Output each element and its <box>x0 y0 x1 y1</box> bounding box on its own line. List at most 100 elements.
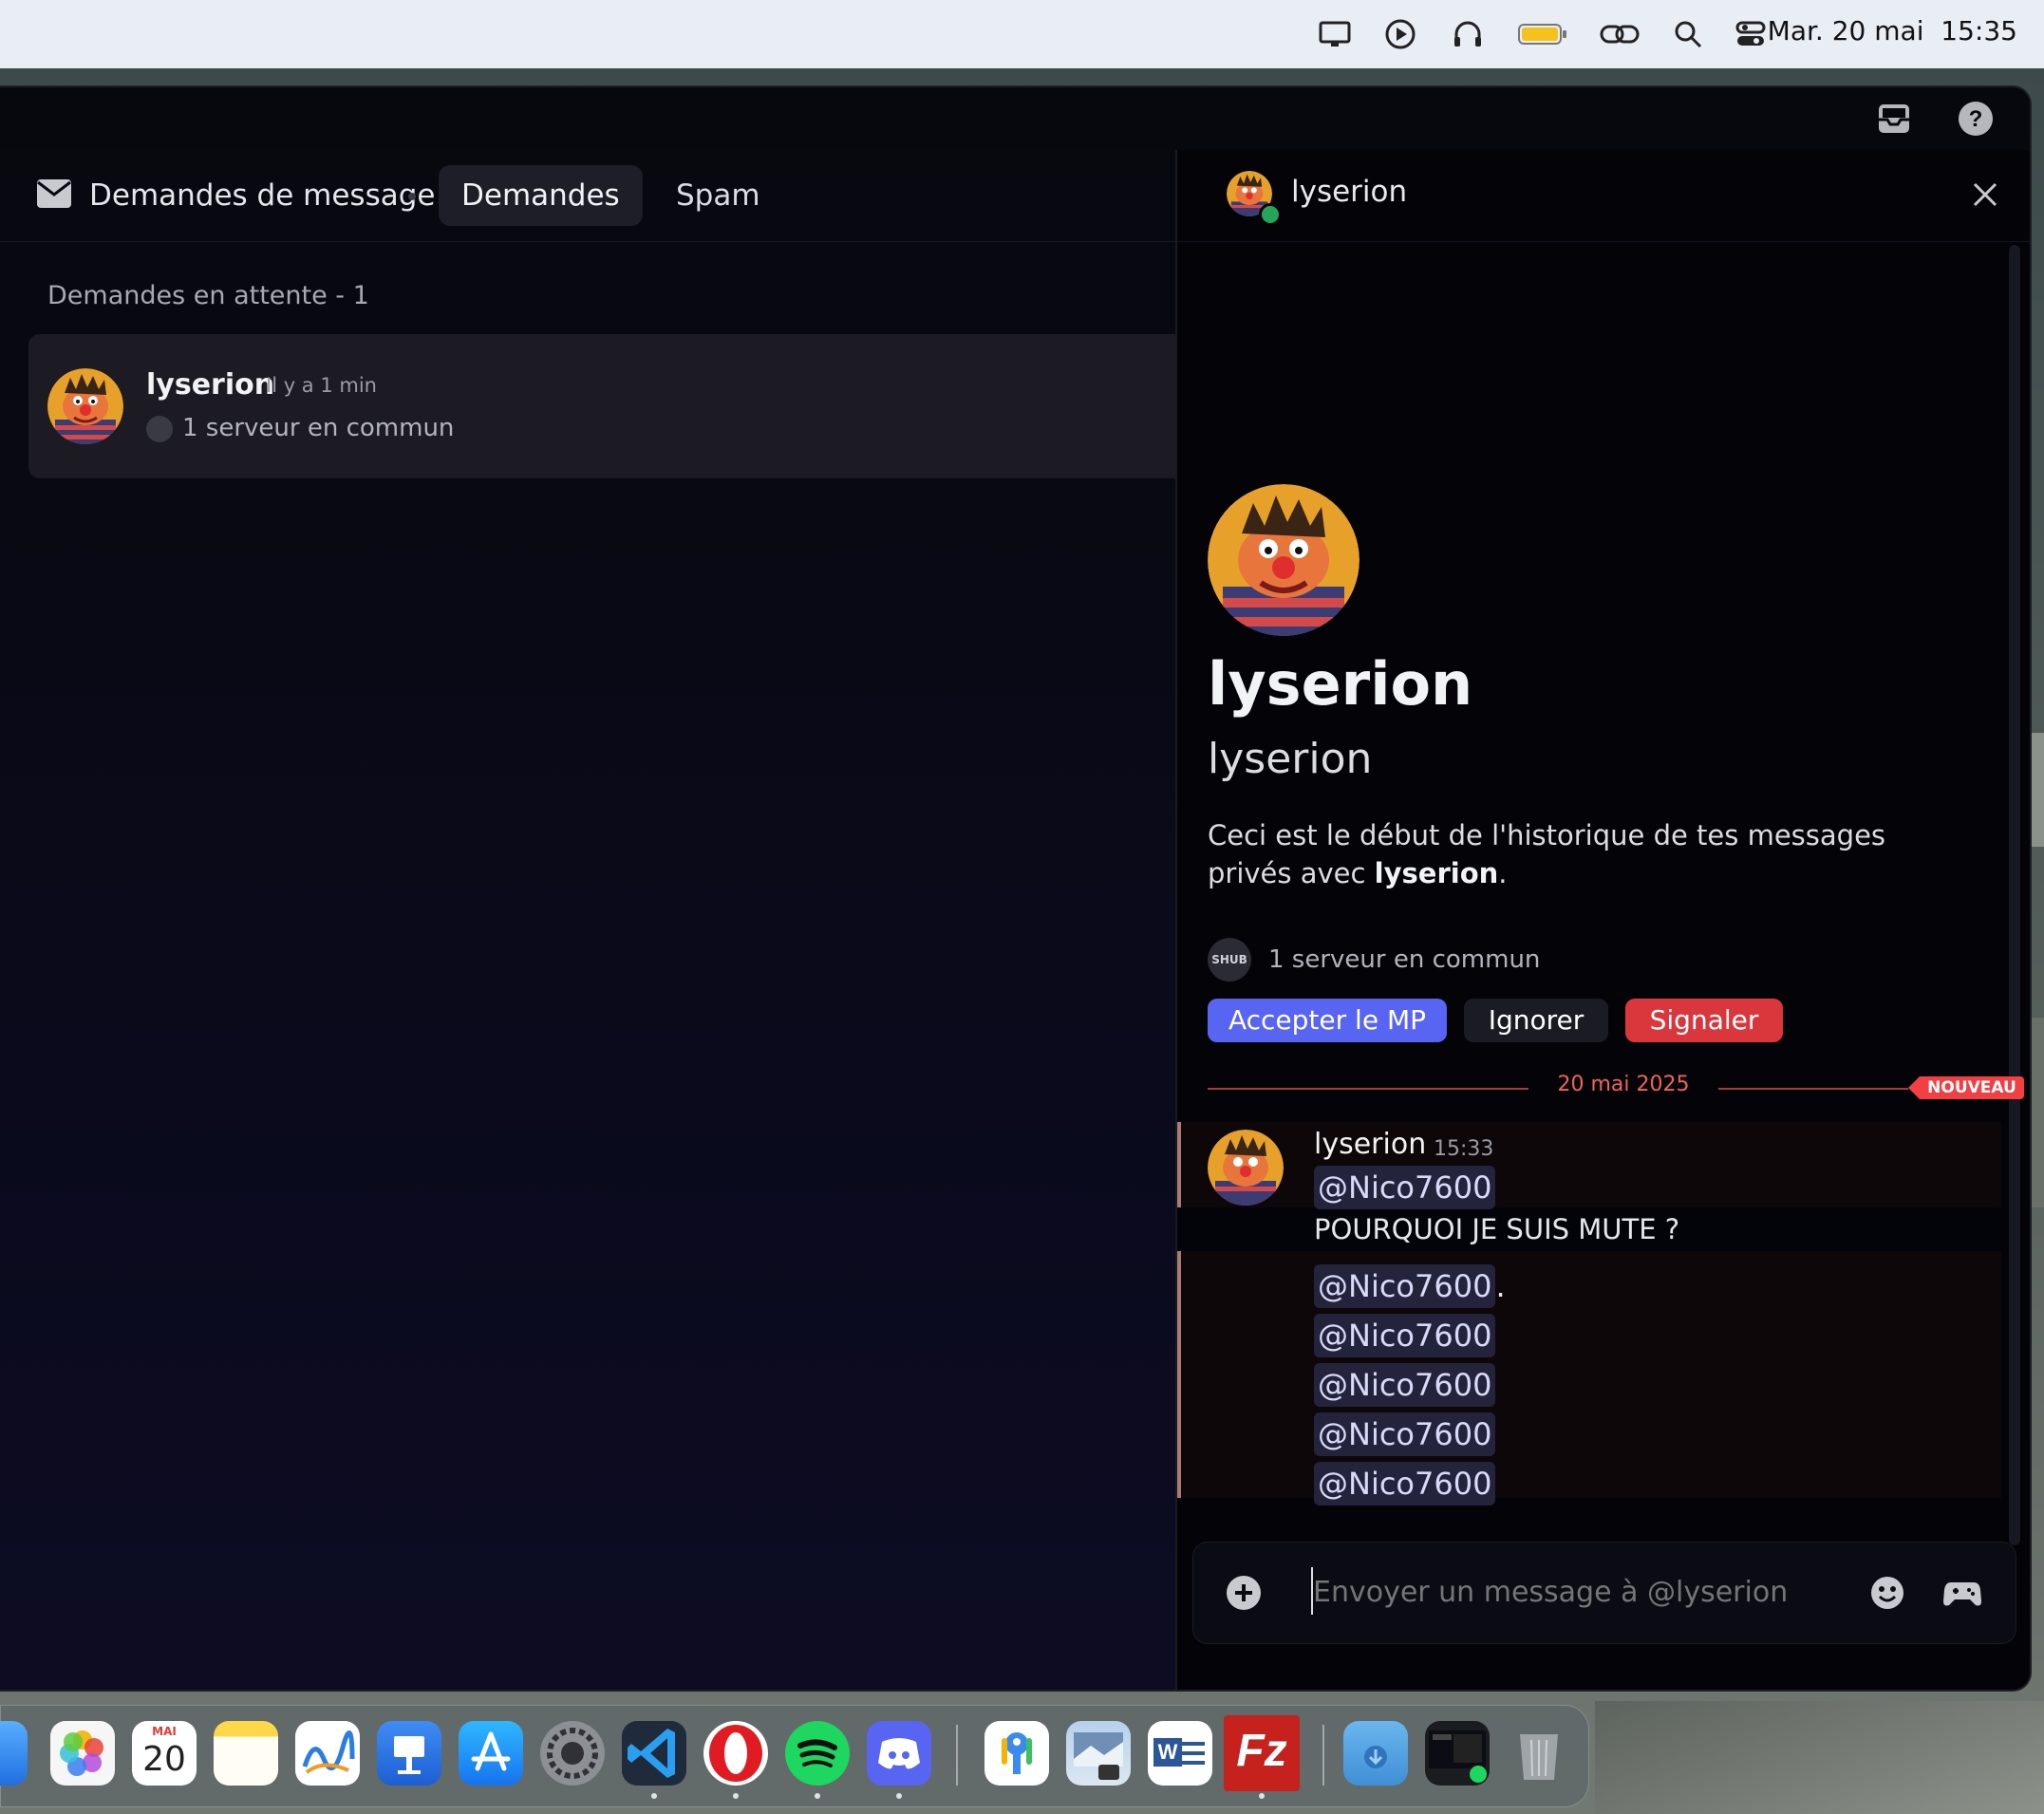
user-mention[interactable]: @Nico7600 <box>1314 1166 1496 1209</box>
message-author-avatar[interactable] <box>1208 1130 1284 1206</box>
freeform-app-icon[interactable] <box>295 1721 360 1786</box>
calendar-day: 20 <box>142 1740 186 1779</box>
menubar-clock[interactable]: Mar. 20 mai 15:35 <box>1768 15 2017 47</box>
message-input[interactable] <box>1311 1567 1866 1617</box>
tab-demandes[interactable]: Demandes <box>439 165 643 226</box>
word-line <box>1182 1742 1205 1746</box>
message-line: @Nico7600 <box>1314 1314 1496 1357</box>
date-divider: 20 mai 2025 <box>1557 1073 1690 1096</box>
gear-icon <box>547 1728 598 1779</box>
downloads-folder-icon[interactable] <box>1343 1721 1408 1786</box>
message-line: @Nico7600. <box>1314 1264 1506 1308</box>
pending-section-title: Demandes en attente - 1 <box>47 281 369 310</box>
server-icon[interactable]: SHUB <box>1208 938 1251 982</box>
trash-icon[interactable] <box>1507 1721 1571 1786</box>
mention-suffix: . <box>1495 1268 1506 1304</box>
control-center-icon[interactable] <box>1734 17 1768 51</box>
message-author[interactable]: lyserion <box>1314 1128 1426 1161</box>
wallpaper-ground <box>1595 1701 2044 1814</box>
message-requests-pane: Demandes de message Demandes Spam Demand… <box>0 150 1175 1690</box>
passwords-app-icon[interactable] <box>984 1721 1049 1786</box>
avatar <box>47 368 123 444</box>
keynote-app-icon[interactable] <box>377 1721 441 1786</box>
message-first-row[interactable] <box>1177 1122 2001 1207</box>
freeform-squiggle-icon <box>302 1730 355 1774</box>
user-mention[interactable]: @Nico7600 <box>1314 1462 1496 1505</box>
running-indicator <box>896 1793 902 1799</box>
word-line <box>1182 1751 1205 1755</box>
discord-app-icon[interactable] <box>867 1721 931 1786</box>
display-icon[interactable] <box>1318 17 1352 51</box>
close-icon[interactable] <box>1971 180 1999 209</box>
calendar-month: MAI <box>152 1725 177 1738</box>
dm-header-name[interactable]: lyserion <box>1291 175 1407 209</box>
help-icon[interactable]: ? <box>1956 99 1996 139</box>
gamepad-icon[interactable] <box>1943 1577 1981 1609</box>
report-button[interactable]: Signaler <box>1625 999 1783 1042</box>
spotify-app-icon[interactable] <box>785 1721 850 1786</box>
running-indicator <box>651 1793 657 1799</box>
screen-recording-icon[interactable] <box>1425 1721 1490 1786</box>
message-line: @Nico7600 <box>1314 1363 1496 1407</box>
dock-separator <box>1322 1725 1324 1786</box>
opera-app-icon[interactable] <box>703 1721 768 1786</box>
mutual-servers[interactable]: 1 serveur en commun <box>1268 945 1540 974</box>
discord-logo-icon <box>878 1738 920 1769</box>
word-letter: W <box>1153 1738 1182 1767</box>
profile-avatar[interactable] <box>1208 484 1360 636</box>
macos-dock: MAI 20 W Fz <box>0 1705 1589 1807</box>
preview-app-icon[interactable] <box>1066 1721 1131 1786</box>
app-store-icon[interactable] <box>459 1721 523 1786</box>
request-time: Il y a 1 min <box>266 374 377 397</box>
mail-app-icon[interactable] <box>0 1721 28 1786</box>
system-settings-icon[interactable] <box>540 1721 605 1786</box>
dm-header: lyserion <box>1177 150 2030 242</box>
vscode-app-icon[interactable] <box>622 1721 686 1786</box>
search-icon[interactable] <box>1671 17 1705 51</box>
user-mention[interactable]: @Nico7600 <box>1314 1314 1496 1357</box>
tab-spam[interactable]: Spam <box>653 165 783 226</box>
new-badge-arrow <box>1908 1076 1920 1099</box>
headphones-icon[interactable] <box>1451 17 1485 51</box>
spotify-waves-icon <box>797 1739 837 1767</box>
filezilla-app-icon[interactable]: Fz <box>1224 1715 1300 1791</box>
user-mention[interactable]: @Nico7600 <box>1314 1363 1496 1407</box>
opera-logo-icon <box>709 1725 762 1782</box>
dm-preview-pane: lyserion lyserion lyserion Ceci est le d… <box>1175 150 2030 1690</box>
message-request-item[interactable]: lyserion Il y a 1 min 1 serveur en commu… <box>28 334 1175 478</box>
profile-username: lyserion <box>1208 735 1373 783</box>
request-username[interactable]: lyserion <box>146 368 274 402</box>
notes-app-icon[interactable] <box>214 1721 278 1786</box>
photos-flower-icon <box>60 1730 103 1776</box>
scrollbar[interactable] <box>2009 245 2020 1545</box>
message-text: POURQUOI JE SUIS MUTE ? <box>1314 1213 1680 1245</box>
photos-app-icon[interactable] <box>50 1721 115 1786</box>
message-row[interactable] <box>1177 1251 2001 1498</box>
play-circle-icon[interactable] <box>1383 17 1417 51</box>
word-line <box>1182 1761 1205 1765</box>
running-indicator <box>815 1793 820 1799</box>
calendar-app-icon[interactable]: MAI 20 <box>132 1721 197 1786</box>
dock-separator <box>956 1725 958 1786</box>
request-mutual-servers: 1 serveur en commun <box>182 414 455 442</box>
emoji-icon[interactable] <box>1869 1575 1905 1611</box>
battery-icon[interactable] <box>1517 17 1568 51</box>
inbox-icon[interactable] <box>1876 101 1912 137</box>
profile-display-name: lyserion <box>1208 649 1473 719</box>
word-app-icon[interactable]: W <box>1148 1721 1212 1786</box>
add-attachment-icon[interactable] <box>1226 1575 1262 1611</box>
running-indicator <box>1259 1793 1265 1799</box>
macos-menu-bar: Mar. 20 mai 15:35 <box>0 0 2044 68</box>
dm-intro-text: Ceci est le début de l'historique de tes… <box>1208 816 1967 892</box>
link-icon[interactable] <box>1599 17 1641 51</box>
vscode-logo-icon <box>628 1729 675 1778</box>
message-composer <box>1192 1542 2016 1644</box>
trash-can-icon <box>1520 1734 1558 1780</box>
accept-dm-button[interactable]: Accepter le MP <box>1208 999 1447 1042</box>
user-mention[interactable]: @Nico7600 <box>1314 1264 1496 1308</box>
header-separator-dot <box>408 193 416 200</box>
ernie-avatar-icon <box>47 368 123 444</box>
user-mention[interactable]: @Nico7600 <box>1314 1412 1496 1456</box>
ignore-button[interactable]: Ignorer <box>1464 999 1608 1042</box>
envelope-icon <box>37 179 71 208</box>
